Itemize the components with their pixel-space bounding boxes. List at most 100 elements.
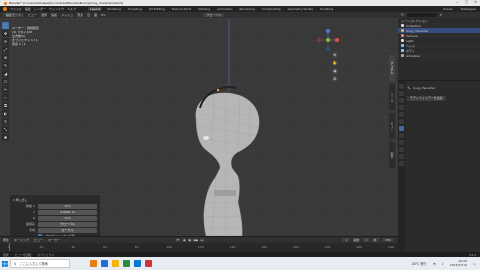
close-button[interactable]: ✕ <box>474 0 477 4</box>
bevel-tool-icon[interactable]: ⧉ <box>2 102 9 109</box>
menu-window[interactable]: ウィンドウ <box>49 7 64 11</box>
end-frame-field[interactable]: 250 <box>382 238 394 242</box>
tab-view[interactable]: ビュー <box>389 113 395 139</box>
workspace-tab-animation[interactable]: Animation <box>215 7 234 11</box>
camera-view-icon[interactable]: ◉ <box>332 68 338 74</box>
filter-icon[interactable]: ⚲ <box>440 13 442 17</box>
workspace-tab-compositing[interactable]: Compositing <box>260 7 283 11</box>
transform-orientation-dropdown[interactable]: グローバル <box>203 13 225 17</box>
menu-render[interactable]: レンダー <box>34 7 46 11</box>
taskbar-app-icon[interactable] <box>134 260 141 267</box>
maximize-button[interactable]: □ <box>465 0 468 4</box>
network-icon[interactable]: ◔ <box>433 262 436 266</box>
timeline-menu-keying[interactable]: キーイング <box>14 238 29 242</box>
workspace-tab-texture-paint[interactable]: Texture Paint <box>170 7 193 11</box>
taskbar-clock[interactable]: 16:26 2023/07/19 <box>450 259 467 267</box>
start-frame-field[interactable]: 1 <box>362 238 371 242</box>
jump-end-button[interactable]: ⏭ <box>200 238 204 242</box>
extrude-tool-icon[interactable]: ⬠ <box>2 78 9 85</box>
navigation-gizmo[interactable] <box>316 28 340 52</box>
workspace-tab-scripting[interactable]: Scripting <box>318 7 335 11</box>
transform-tool-icon[interactable]: ✎ <box>2 62 9 69</box>
gizmo-x-handle[interactable] <box>335 38 339 42</box>
grid-view-icon[interactable]: ⊞ <box>332 76 338 82</box>
outliner-row[interactable]: Armature <box>398 53 480 58</box>
workspace-tab-layout[interactable]: Layout <box>88 7 103 11</box>
weather-label[interactable]: 28°C 曇り <box>412 261 427 266</box>
taskbar-search-box[interactable]: ⚲ ここに入力して検索 <box>10 259 70 268</box>
select-box-tool-icon[interactable]: ⬚ <box>2 22 9 29</box>
gizmo-neg-x-handle[interactable] <box>317 38 321 42</box>
taskbar-app-icon[interactable] <box>90 260 97 267</box>
scene-props-icon[interactable] <box>399 105 404 110</box>
taskbar-app-icon[interactable] <box>112 260 119 267</box>
move-tool-icon[interactable]: ⟳ <box>2 38 9 45</box>
rotate-tool-icon[interactable]: ⤢ <box>2 46 9 53</box>
gizmo-neg-z-handle[interactable] <box>326 47 330 51</box>
tab-tool[interactable]: ツール <box>389 84 395 110</box>
orientation-dropdown[interactable]: グローバル <box>38 221 97 227</box>
taskbar-app-icon[interactable] <box>145 260 152 267</box>
move-y-field[interactable]: 0.0001 m <box>38 209 97 215</box>
workspace-tab-modeling[interactable]: Modeling <box>105 7 123 11</box>
timeline-playhead[interactable] <box>9 243 10 251</box>
timeline-menu-view[interactable]: ビュー <box>34 238 43 242</box>
shear-tool-icon[interactable]: ⤡ <box>2 126 9 133</box>
menu-edit[interactable]: 編集 <box>25 7 31 11</box>
timeline-menu-playback[interactable]: 再生 <box>3 238 9 242</box>
timeline-menu-marker[interactable]: マーカー <box>48 238 60 242</box>
render-props-icon[interactable] <box>399 91 404 96</box>
add-modifier-button[interactable]: モディファイアーを追加 <box>407 95 446 101</box>
menu-help[interactable]: ヘルプ <box>67 7 76 11</box>
jump-start-button[interactable]: ⏮ <box>176 238 180 242</box>
workspace-tab-rendering[interactable]: Rendering <box>237 7 256 11</box>
inset-tool-icon[interactable]: ✂ <box>2 86 9 93</box>
direction-dropdown[interactable]: ローカル <box>38 227 97 233</box>
move-z-field[interactable]: 0 m <box>38 215 97 221</box>
workspace-tab-uv-editing[interactable]: UV Editing <box>147 7 167 11</box>
menu-file[interactable]: ファイル <box>10 7 22 11</box>
viewlayer-selector[interactable]: ViewLayer <box>461 7 476 11</box>
workspace-tab-sculpting[interactable]: Sculpting <box>126 7 144 11</box>
gizmo-y-handle[interactable] <box>326 38 330 42</box>
pan-hand-icon[interactable]: ✋ <box>332 60 338 66</box>
cursor-tool-icon[interactable]: ✥ <box>2 30 9 37</box>
vp-menu-edge[interactable]: 辺 <box>87 13 90 17</box>
vp-menu-mesh[interactable]: メッシュ <box>61 13 73 17</box>
smooth-tool-icon[interactable]: ⚲ <box>2 118 9 125</box>
object-props-icon[interactable] <box>399 119 404 124</box>
world-props-icon[interactable] <box>399 112 404 117</box>
play-button[interactable]: ▶ <box>188 238 192 242</box>
gizmo-z-handle[interactable] <box>326 29 330 33</box>
particles-props-icon[interactable] <box>399 133 404 138</box>
workspace-tab-geometry-nodes[interactable]: Geometry Nodes <box>286 7 315 11</box>
vp-menu-uv[interactable]: UV <box>101 13 105 17</box>
workspace-tab-shading[interactable]: Shading <box>196 7 212 11</box>
tool-props-icon[interactable] <box>399 84 404 89</box>
output-props-icon[interactable] <box>399 98 404 103</box>
scene-selector[interactable]: Scene <box>443 7 452 11</box>
next-keyframe-button[interactable]: ▶▶ <box>194 238 198 242</box>
annotate-tool-icon[interactable]: ◢ <box>2 70 9 77</box>
vp-menu-vertex[interactable]: 頂点 <box>77 13 83 17</box>
data-props-icon[interactable] <box>399 154 404 159</box>
zoom-icon[interactable]: ⊕ <box>332 52 338 58</box>
spin-tool-icon[interactable]: ✱ <box>2 134 9 141</box>
move-x-field[interactable]: 0 m <box>38 203 97 209</box>
minimize-button[interactable]: — <box>456 0 459 4</box>
modifier-props-icon[interactable] <box>399 126 404 131</box>
material-props-icon[interactable] <box>399 161 404 166</box>
outliner-display-mode-icon[interactable]: ☰ <box>401 13 404 17</box>
physics-props-icon[interactable] <box>399 140 404 145</box>
vp-menu-add[interactable]: 追加 <box>51 13 57 17</box>
tab-edit[interactable]: 編集 <box>389 142 395 168</box>
taskbar-app-icon[interactable] <box>101 260 108 267</box>
outliner-search-input[interactable] <box>406 13 437 17</box>
windows-start-icon[interactable] <box>0 257 10 270</box>
taskbar-app-icon[interactable] <box>123 260 130 267</box>
volume-icon[interactable]: ♪ <box>442 262 444 266</box>
vp-menu-view[interactable]: ビュー <box>28 13 37 17</box>
loop-cut-tool-icon[interactable]: ◐ <box>2 110 9 117</box>
current-frame-field[interactable]: 1 <box>342 238 351 242</box>
vp-menu-select[interactable]: 選択 <box>41 13 47 17</box>
